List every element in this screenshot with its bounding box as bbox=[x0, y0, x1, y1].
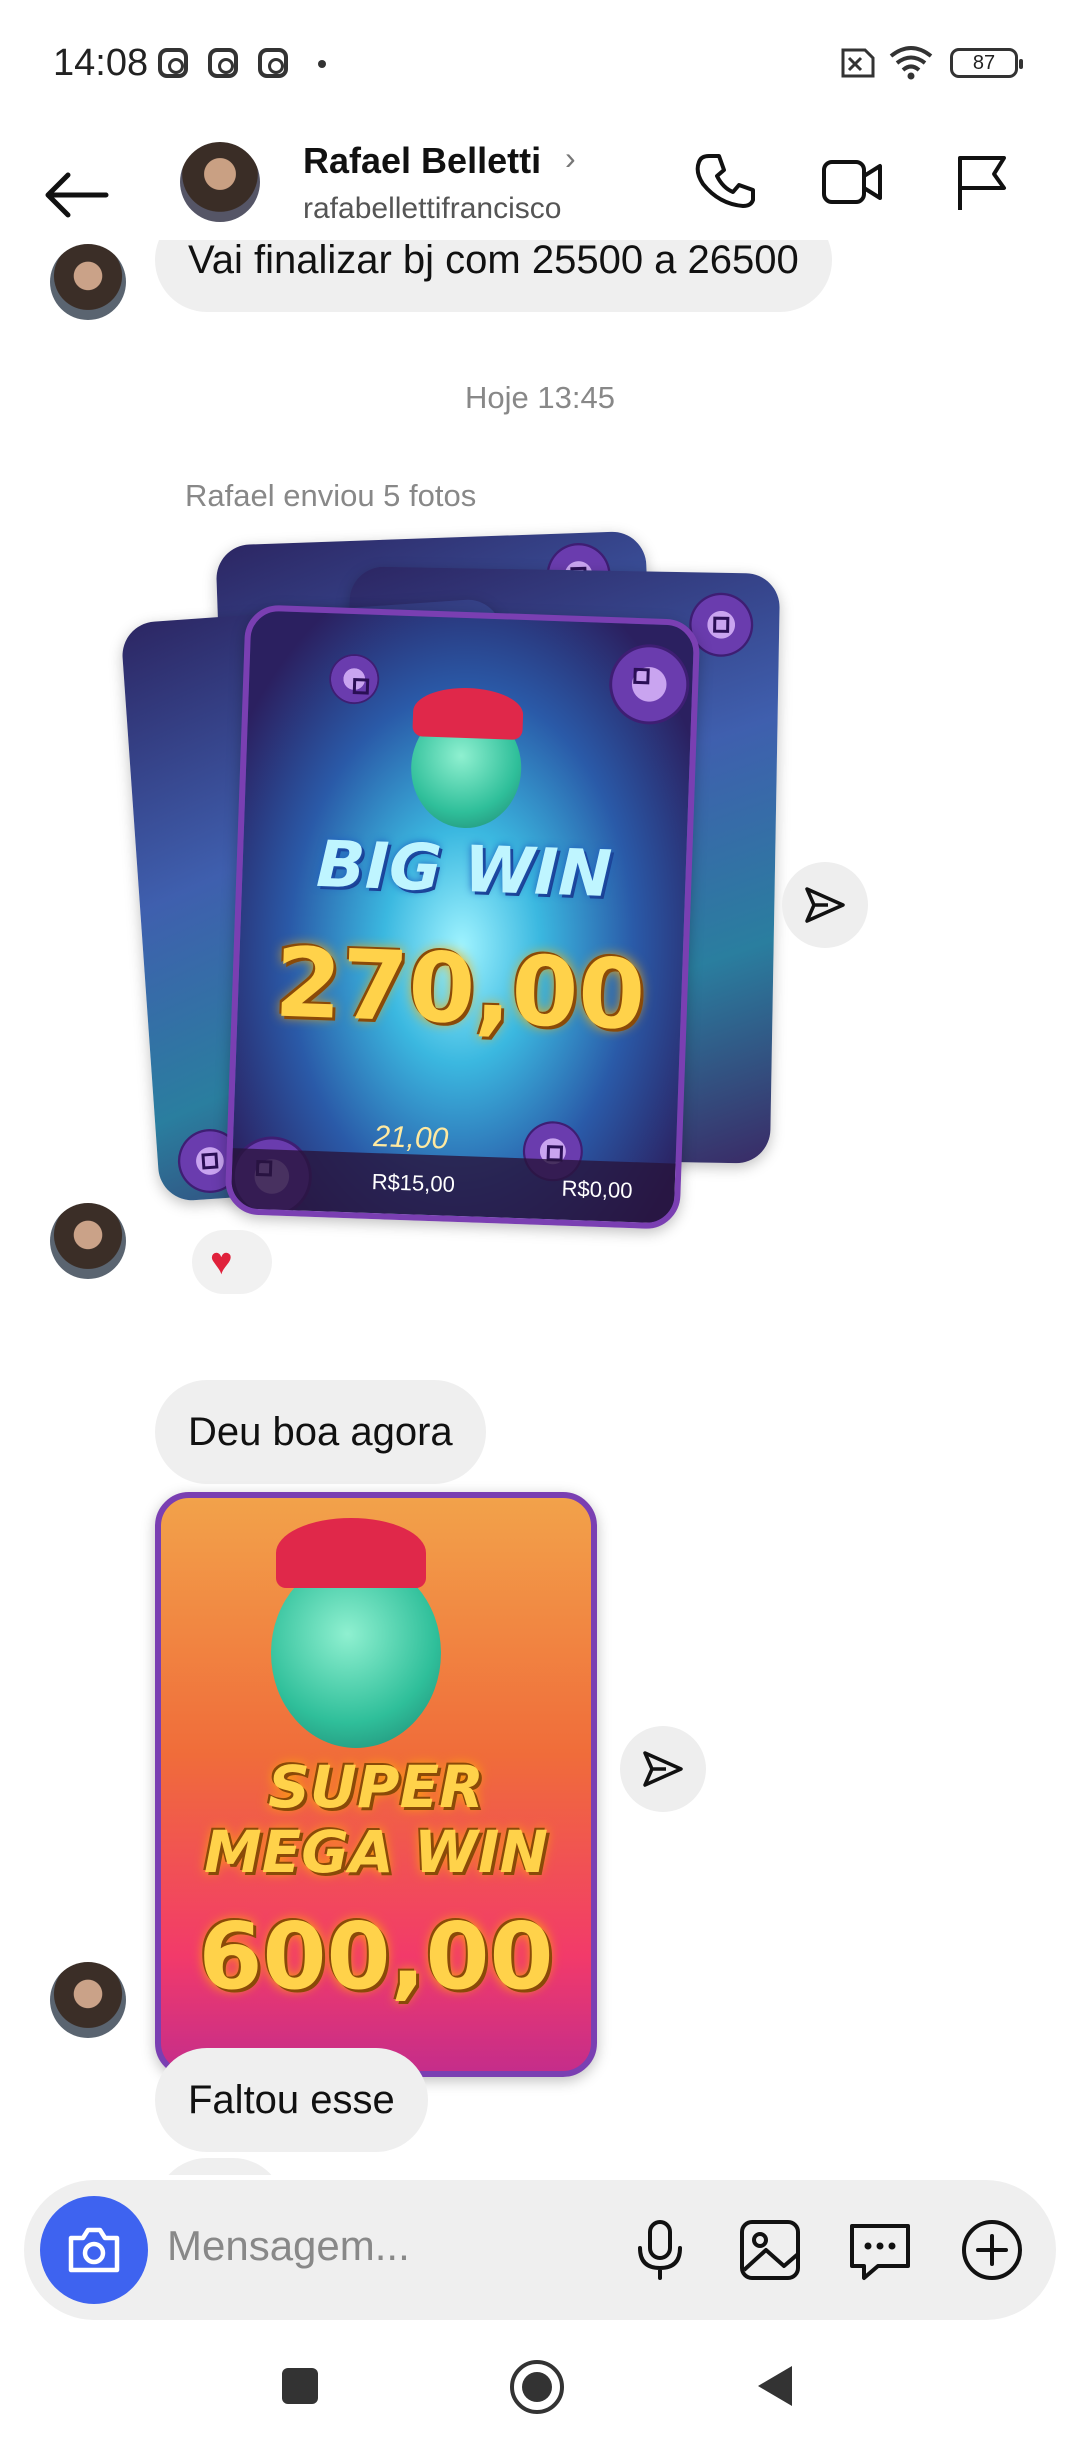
win-amount: 270,00 bbox=[272, 926, 648, 1052]
share-icon bbox=[805, 887, 845, 923]
nav-back-icon[interactable] bbox=[752, 2362, 796, 2410]
status-time: 14:08 bbox=[53, 42, 149, 84]
nav-home-icon[interactable] bbox=[508, 2358, 566, 2416]
heart-icon: ♥ bbox=[210, 1241, 233, 1283]
bet-value: R$15,00 bbox=[371, 1169, 456, 1197]
photo-big-win[interactable]: BIG WIN 270,00 21,00 R$15,00 R$0,00 bbox=[224, 604, 701, 1230]
camera-icon bbox=[68, 2227, 120, 2273]
coin-decoration bbox=[607, 643, 691, 726]
flag-icon[interactable] bbox=[950, 150, 1014, 214]
status-bar: 14:08 87 bbox=[0, 0, 1080, 130]
total-win-value: 21,00 bbox=[372, 1120, 449, 1156]
share-button[interactable] bbox=[782, 862, 868, 948]
balance-value: R$0,00 bbox=[561, 1175, 633, 1204]
message-composer: Mensagem... bbox=[24, 2180, 1056, 2320]
back-arrow-icon[interactable] bbox=[42, 170, 110, 220]
gallery-icon[interactable] bbox=[734, 2214, 806, 2286]
photo-super-mega-win[interactable]: SUPER MEGA WIN 600,00 bbox=[155, 1492, 597, 2077]
coin-decoration bbox=[328, 653, 381, 705]
instagram-notification-icon bbox=[158, 48, 188, 78]
message-bubble[interactable]: Vai finalizar bj com 25500 a 26500 bbox=[155, 240, 832, 312]
share-button[interactable] bbox=[620, 1726, 706, 1812]
sender-avatar[interactable] bbox=[50, 244, 126, 320]
more-notifications-icon bbox=[318, 60, 326, 68]
snake-cap bbox=[412, 686, 524, 740]
phone-icon[interactable] bbox=[695, 150, 759, 214]
no-sim-icon bbox=[841, 48, 875, 78]
message-input[interactable]: Mensagem... bbox=[167, 2222, 410, 2270]
instagram-notification-icon bbox=[258, 48, 288, 78]
timestamp: Hoje 13:45 bbox=[465, 380, 615, 415]
message-bubble[interactable]: Deu boa agora bbox=[155, 1380, 486, 1484]
system-nav-bar bbox=[0, 2340, 1080, 2460]
sender-avatar[interactable] bbox=[50, 1203, 126, 1279]
contact-avatar[interactable] bbox=[180, 142, 260, 222]
battery-level: 87 bbox=[972, 52, 996, 74]
message-bubble-partial[interactable] bbox=[155, 2158, 285, 2175]
contact-name[interactable]: Rafael Belletti bbox=[303, 140, 541, 182]
message-bubble[interactable]: Faltou esse bbox=[155, 2048, 428, 2152]
plus-icon[interactable] bbox=[956, 2214, 1028, 2286]
sticker-icon[interactable] bbox=[844, 2214, 916, 2286]
message-thread[interactable]: Vai finalizar bj com 25500 a 26500 Hoje … bbox=[0, 240, 1080, 2175]
camera-button[interactable] bbox=[40, 2196, 148, 2304]
wifi-icon bbox=[889, 46, 933, 80]
photos-sent-note: Rafael enviou 5 fotos bbox=[185, 478, 477, 513]
battery-indicator: 87 bbox=[950, 48, 1023, 78]
reaction-badge[interactable]: ♥ bbox=[192, 1230, 272, 1294]
win-amount: 600,00 bbox=[198, 1903, 554, 2010]
big-win-banner: BIG WIN bbox=[315, 827, 614, 913]
video-icon[interactable] bbox=[820, 150, 884, 214]
share-icon bbox=[643, 1751, 683, 1787]
microphone-icon[interactable] bbox=[624, 2214, 696, 2286]
chevron-right-icon[interactable]: › bbox=[565, 140, 576, 177]
nav-recents-icon[interactable] bbox=[278, 2364, 322, 2408]
sender-avatar[interactable] bbox=[50, 1962, 126, 2038]
mega-win-line1: SUPER bbox=[268, 1753, 484, 1821]
mega-win-line2: MEGA WIN bbox=[203, 1818, 549, 1886]
instagram-notification-icon bbox=[208, 48, 238, 78]
contact-username[interactable]: rafabellettifrancisco bbox=[303, 192, 561, 226]
game-footer: R$15,00 R$0,00 bbox=[230, 1148, 676, 1224]
snake-cap bbox=[276, 1518, 426, 1588]
